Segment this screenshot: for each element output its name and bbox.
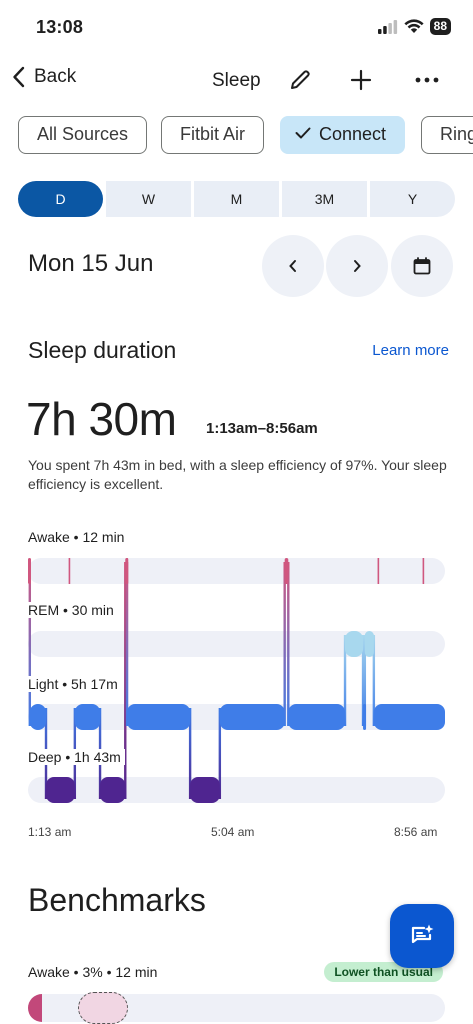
pencil-icon bbox=[291, 70, 310, 89]
chip-ring[interactable]: Ring bbox=[421, 116, 473, 154]
segment-awake bbox=[28, 558, 31, 584]
benchmark-usual-range bbox=[78, 992, 128, 1024]
period-selector: D W M 3M Y bbox=[18, 181, 455, 217]
track-rem bbox=[28, 631, 445, 657]
x-tick-start: 1:13 am bbox=[28, 825, 72, 839]
period-month[interactable]: M bbox=[194, 181, 279, 217]
stage-transition bbox=[283, 562, 286, 726]
calendar-button[interactable] bbox=[391, 235, 453, 297]
stage-transition bbox=[125, 562, 129, 726]
calendar-icon bbox=[413, 257, 431, 275]
chevron-left-icon bbox=[289, 260, 296, 272]
period-3-months[interactable]: 3M bbox=[282, 181, 367, 217]
segment-awake bbox=[284, 558, 289, 584]
chip-all-sources[interactable]: All Sources bbox=[18, 116, 148, 154]
benchmarks-title: Benchmarks bbox=[28, 882, 206, 918]
stage-label-awake: Awake • 12 min bbox=[28, 529, 129, 545]
x-tick-end: 8:56 am bbox=[394, 825, 438, 839]
source-filter-chips: All Sources Fitbit Air Connect Ring bbox=[18, 116, 473, 154]
segment-light bbox=[288, 704, 346, 730]
sleep-description: You spent 7h 43m in bed, with a sleep ef… bbox=[28, 457, 447, 492]
top-nav: Back Sleep bbox=[0, 58, 473, 102]
track-awake bbox=[28, 558, 445, 584]
segment-light bbox=[373, 704, 445, 730]
awake-tick bbox=[68, 558, 71, 584]
status-bar: 13:08 88 bbox=[0, 0, 473, 56]
chip-label: Connect bbox=[319, 124, 387, 144]
chip-label: Fitbit Air bbox=[180, 124, 246, 144]
segment-rem bbox=[364, 631, 374, 657]
chip-connect[interactable]: Connect bbox=[280, 116, 406, 154]
period-year[interactable]: Y bbox=[370, 181, 455, 217]
chip-label: Ring bbox=[440, 124, 473, 144]
segment-light bbox=[219, 704, 285, 730]
sleep-duration-title: Sleep duration bbox=[28, 337, 177, 363]
selected-date: Mon 15 Jun bbox=[28, 250, 154, 277]
stage-transition bbox=[28, 562, 32, 726]
status-time: 13:08 bbox=[36, 17, 84, 37]
awake-tick bbox=[377, 558, 380, 584]
stage-label-light: Light • 5h 17m bbox=[28, 676, 122, 692]
check-icon bbox=[295, 127, 311, 139]
sleep-time-range: 1:13am–8:56am bbox=[206, 420, 318, 437]
chevron-left-icon bbox=[13, 66, 25, 88]
segment-deep bbox=[46, 777, 75, 803]
signal-icon bbox=[377, 19, 397, 34]
chat-sparkle-icon bbox=[411, 924, 434, 944]
back-label: Back bbox=[34, 66, 77, 87]
wifi-icon bbox=[404, 19, 424, 33]
edit-button[interactable] bbox=[284, 64, 316, 96]
period-day[interactable]: D bbox=[18, 181, 103, 217]
next-day-button[interactable] bbox=[326, 235, 388, 297]
chip-label: All Sources bbox=[37, 124, 129, 144]
chip-fitbit-air[interactable]: Fitbit Air bbox=[161, 116, 265, 154]
period-week[interactable]: W bbox=[106, 181, 191, 217]
segment-deep bbox=[190, 777, 220, 803]
learn-more-link[interactable]: Learn more bbox=[372, 342, 449, 359]
page-title: Sleep bbox=[212, 70, 261, 91]
segment-light bbox=[363, 704, 367, 730]
battery-indicator: 88 bbox=[429, 18, 451, 35]
segment-light bbox=[74, 704, 101, 730]
awake-tick bbox=[422, 558, 425, 584]
status-icons: 88 bbox=[377, 18, 451, 35]
chevron-right-icon bbox=[354, 260, 361, 272]
chat-fab-button[interactable] bbox=[390, 904, 454, 968]
stage-label-deep: Deep • 1h 43m bbox=[28, 749, 125, 765]
segment-light bbox=[29, 704, 47, 730]
segment-light bbox=[127, 704, 191, 730]
back-button[interactable]: Back bbox=[12, 66, 76, 88]
benchmark-awake-fill bbox=[28, 994, 42, 1022]
segment-deep bbox=[100, 777, 126, 803]
benchmark-awake-label: Awake • 3% • 12 min bbox=[28, 964, 158, 980]
more-horizontal-icon bbox=[415, 77, 439, 83]
awake-tick bbox=[126, 558, 128, 584]
add-button[interactable] bbox=[345, 64, 377, 96]
plus-icon bbox=[350, 69, 372, 91]
segment-rem bbox=[345, 631, 364, 657]
x-tick-middle: 5:04 am bbox=[211, 825, 255, 839]
stage-transition bbox=[287, 562, 290, 726]
previous-day-button[interactable] bbox=[262, 235, 324, 297]
stage-label-rem: REM • 30 min bbox=[28, 602, 118, 618]
track-deep bbox=[28, 777, 445, 803]
sleep-duration-value: 7h 30m bbox=[26, 393, 177, 445]
more-options-button[interactable] bbox=[411, 64, 443, 96]
